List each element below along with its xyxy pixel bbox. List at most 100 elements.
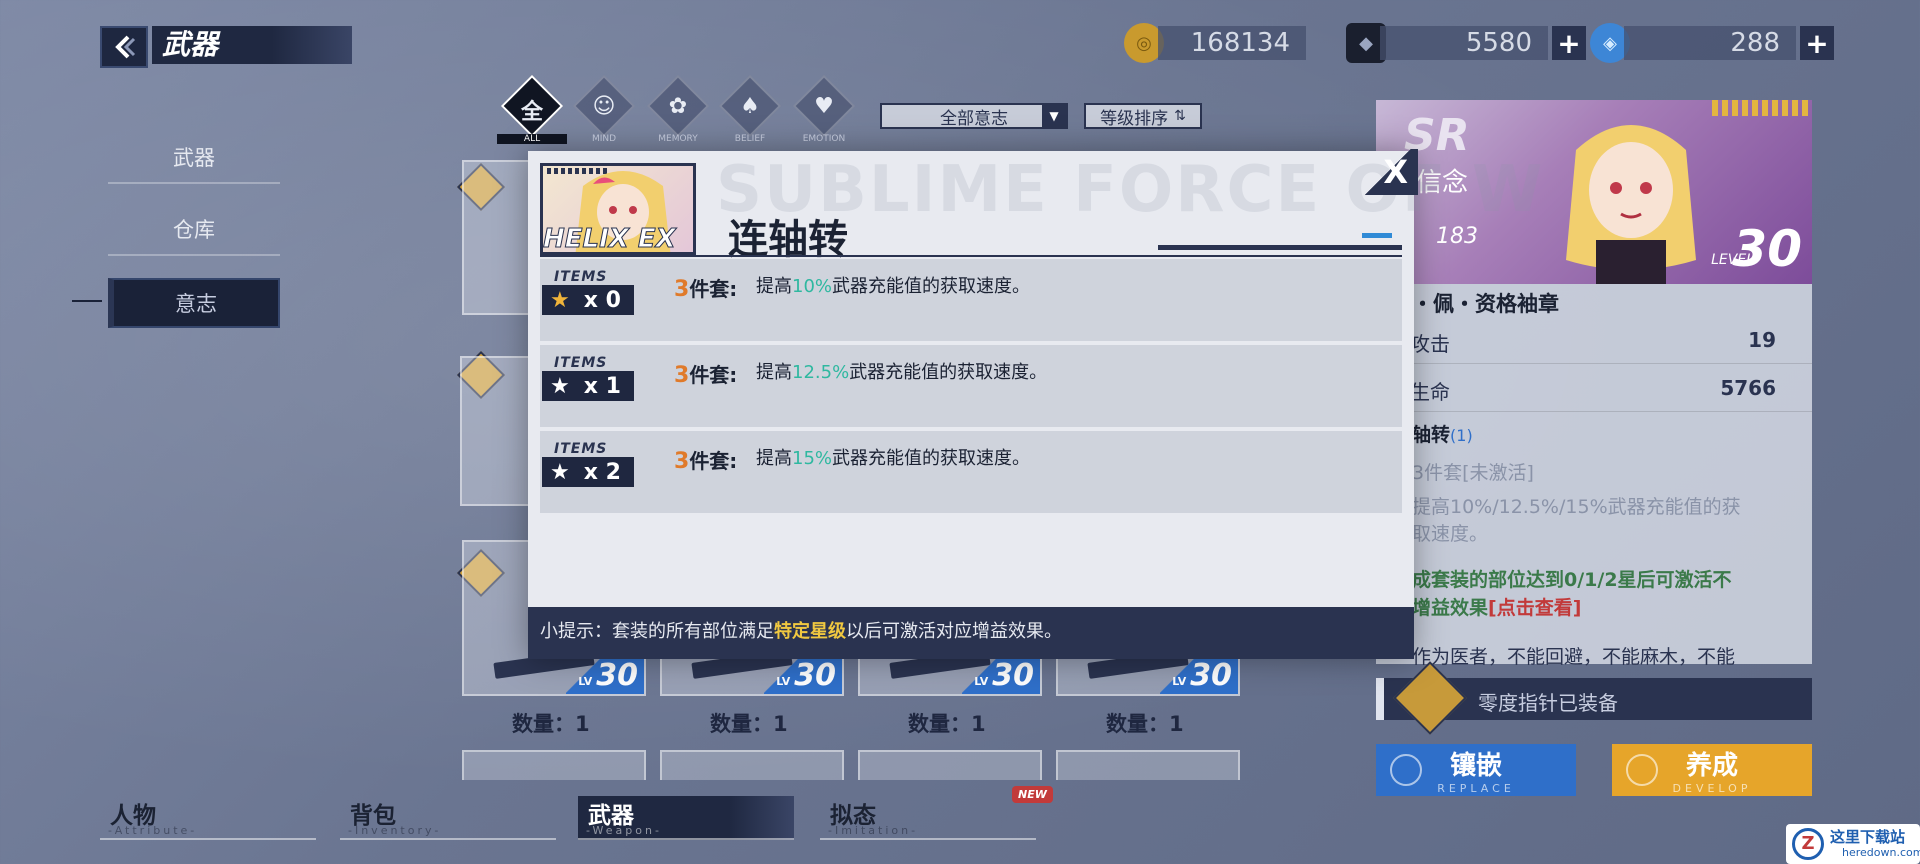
chevron-down-icon: ▼ <box>1042 105 1066 127</box>
stat-row-hp: 生命 5766 <box>1376 364 1812 412</box>
set-bonus-text: 提高12.5%武器充能值的获取速度。 <box>756 358 1047 384</box>
bonus-suffix: 武器充能值的获取速度。 <box>832 448 1031 469</box>
develop-label: 养成 <box>1685 751 1738 781</box>
card-quantity: 数量：1 <box>512 712 590 736</box>
filter-memory-label: MEMORY <box>658 134 698 144</box>
set-piece-label: 3件套: <box>674 273 737 302</box>
memory-icon: ✿ <box>668 94 688 119</box>
item-name: ・佩・资格袖章 <box>1412 292 1559 316</box>
sort-icon: ⇅ <box>1174 108 1186 124</box>
set-condition: 成套装的部位达到0/1/2星后可激活不 增益效果[点击查看] <box>1412 566 1802 622</box>
replace-button[interactable]: 镶嵌 REPLACE <box>1376 744 1576 796</box>
set-tier-row: ITEMS ★ x 0 3件套: 提高10%武器充能值的获取速度。 <box>540 259 1402 341</box>
star-count: x 0 <box>583 287 621 313</box>
set-count: (1) <box>1450 426 1473 445</box>
card-level-value: 30 <box>596 658 638 693</box>
filter-mind[interactable]: ☺ MIND <box>572 74 636 144</box>
new-badge: NEW <box>1012 786 1053 803</box>
add-crystal-button[interactable]: + <box>1552 26 1586 60</box>
card-level-value: 30 <box>1190 658 1232 693</box>
crystal-amount: 5580 <box>1380 26 1548 60</box>
filter-all-label: ALL <box>497 134 567 144</box>
set-piece-unit: 件套: <box>689 449 738 473</box>
sort-select[interactable]: 等级排序 ⇅ <box>1084 103 1202 129</box>
set-tier-row: ITEMS ★ x 2 3件套: 提高15%武器充能值的获取速度。 <box>540 431 1402 513</box>
tip-prefix: 小提示：套装的所有部位满足 <box>540 621 774 642</box>
bonus-prefix: 提高 <box>756 362 792 383</box>
star-count: x 2 <box>583 459 621 485</box>
set-tier-row: ITEMS ★ x 1 3件套: 提高12.5%武器充能值的获取速度。 <box>540 345 1402 427</box>
set-piece-unit: 件套: <box>689 363 738 387</box>
stat-label: 攻击 <box>1410 332 1450 356</box>
filter-all[interactable]: 全 ALL <box>497 74 567 144</box>
lv-label: LV <box>776 675 791 688</box>
close-button[interactable]: X <box>1358 149 1418 195</box>
filter-belief-label: BELIEF <box>734 134 766 144</box>
item-number: 183 <box>1436 224 1478 249</box>
card-quantity: 数量：1 <box>1106 712 1184 736</box>
card-level: LV 30 <box>1160 658 1238 694</box>
site-logo-icon: Z <box>1792 828 1824 860</box>
items-label: ITEMS <box>554 441 608 457</box>
lv-label: LV <box>578 675 593 688</box>
item-card[interactable] <box>660 750 844 780</box>
star-requirement: ★ x 1 <box>542 371 634 401</box>
condition-line1: 成套装的部位达到0/1/2星后可激活不 <box>1412 569 1732 591</box>
tab-sublabel: -Weapon- <box>586 824 662 837</box>
set-piece-count: 3 <box>674 277 690 302</box>
develop-button[interactable]: 养成 DEVELOP <box>1612 744 1812 796</box>
bonus-percent: 15% <box>792 448 833 469</box>
character-portrait <box>1566 125 1696 284</box>
items-badge: ITEMS ★ x 0 <box>542 269 634 317</box>
currency-gem: ◈ 288 + <box>1590 23 1834 63</box>
set-portrait: HELIX EX <box>540 163 696 255</box>
left-nav-weapon[interactable]: 武器 <box>108 134 280 184</box>
star-icon: ★ <box>550 287 570 313</box>
mind-icon: ☺ <box>592 94 616 119</box>
tab-inventory[interactable]: 背包 -Inventory- <box>340 796 556 840</box>
item-card[interactable] <box>1056 750 1240 780</box>
belief-icon: ♠ <box>740 94 760 119</box>
bonus-suffix: 武器充能值的获取速度。 <box>849 362 1048 383</box>
card-quantity: 数量：1 <box>710 712 788 736</box>
equipped-text: 零度指针已装备 <box>1478 691 1618 715</box>
modal-divider <box>540 255 1402 257</box>
filter-emotion-label: EMOTION <box>802 134 846 144</box>
set-effect-line2: 取速度。 <box>1412 523 1489 545</box>
add-gem-button[interactable]: + <box>1800 26 1834 60</box>
emotion-icon: ♥ <box>814 94 834 119</box>
tab-weapon[interactable]: 武器 -Weapon- <box>578 796 794 840</box>
left-nav-will[interactable]: 意志 <box>108 278 280 328</box>
card-level: LV 30 <box>764 658 842 694</box>
page-title: 武器 <box>152 26 352 64</box>
filter-belief[interactable]: ♠ BELIEF <box>718 74 782 144</box>
set-piece-count: 3 <box>674 449 690 474</box>
will-filter-select[interactable]: 全部意志 ▼ <box>880 103 1068 129</box>
filter-all-glyph: 全 <box>520 100 543 125</box>
items-label: ITEMS <box>554 269 608 285</box>
view-details-link[interactable]: [点击查看] <box>1488 597 1581 619</box>
item-card[interactable] <box>858 750 1042 780</box>
item-card[interactable] <box>462 750 646 780</box>
filter-memory[interactable]: ✿ MEMORY <box>646 74 710 144</box>
bonus-percent: 10% <box>792 276 833 297</box>
left-nav-storage[interactable]: 仓库 <box>108 206 280 256</box>
card-level: LV 30 <box>566 658 644 694</box>
set-bonus-text: 提高15%武器充能值的获取速度。 <box>756 444 1030 470</box>
close-icon: X <box>1383 153 1408 191</box>
gold-amount: 168134 <box>1158 26 1306 60</box>
bonus-suffix: 武器充能值的获取速度。 <box>832 276 1031 297</box>
card-level-value: 30 <box>992 658 1034 693</box>
set-piece-label: 3件套: <box>674 445 737 474</box>
filter-emotion[interactable]: ♥ EMOTION <box>792 74 856 144</box>
back-button[interactable] <box>100 26 148 68</box>
tab-sublabel: -Inventory- <box>348 824 442 837</box>
tab-attribute[interactable]: 人物 -Attribute- <box>100 796 316 840</box>
filter-mind-label: MIND <box>591 134 617 144</box>
items-badge: ITEMS ★ x 2 <box>542 441 634 489</box>
set-effect-line1: 提高10%/12.5%/15%武器充能值的获 <box>1412 496 1741 518</box>
items-badge: ITEMS ★ x 1 <box>542 355 634 403</box>
star-count: x 1 <box>583 373 621 399</box>
tab-sublabel: -Imitation- <box>828 824 919 837</box>
tab-imitation[interactable]: 拟态 -Imitation- <box>820 796 1036 840</box>
